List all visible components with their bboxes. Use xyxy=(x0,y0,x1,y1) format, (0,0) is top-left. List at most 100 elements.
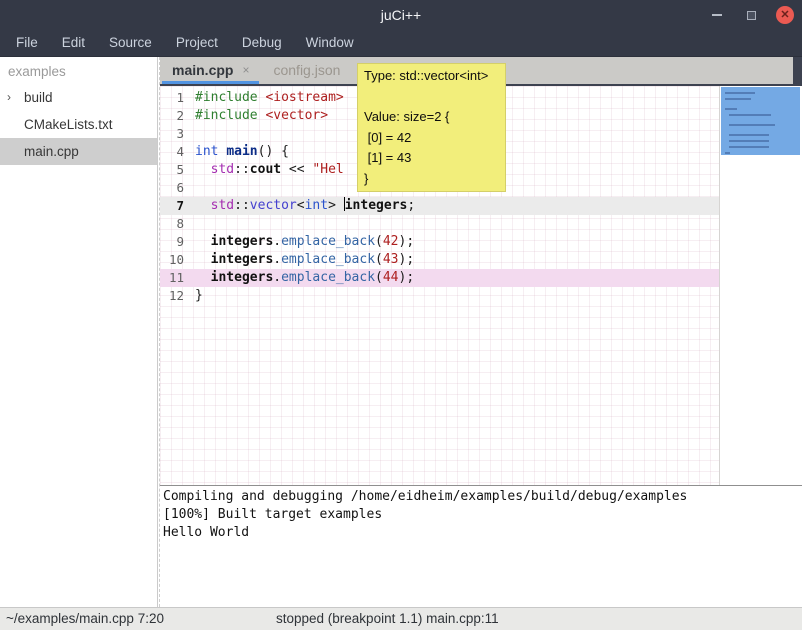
code-token: << xyxy=(281,162,312,177)
line-number: 4 xyxy=(160,143,190,161)
minimap-code-mark xyxy=(725,152,730,154)
close-button[interactable]: ✕ xyxy=(776,6,794,24)
tree-item-label: main.cpp xyxy=(24,144,79,159)
line-code: std::vector<int> integers; xyxy=(190,197,415,215)
line-number: 3 xyxy=(160,125,190,143)
code-token: < xyxy=(297,198,305,213)
line-code: integers.emplace_back(43); xyxy=(190,251,414,269)
code-token: ( xyxy=(375,270,383,285)
menu-source[interactable]: Source xyxy=(97,30,164,56)
code-token: ( xyxy=(375,234,383,249)
menu-edit[interactable]: Edit xyxy=(50,30,97,56)
code-token: integers xyxy=(211,252,274,267)
tab-main-cpp[interactable]: main.cpp × xyxy=(160,57,261,84)
code-token: int xyxy=(195,144,218,159)
minimap-code-mark xyxy=(725,92,755,94)
minimap-code-mark xyxy=(725,108,737,110)
minimap-code-mark xyxy=(729,146,769,148)
tree-item-build[interactable]: ›build xyxy=(0,84,157,111)
code-token: } xyxy=(195,288,203,303)
tooltip-line: [1] = 43 xyxy=(364,148,499,169)
titlebar[interactable]: juCi++ ✕ xyxy=(0,0,802,30)
code-token: 44 xyxy=(383,270,399,285)
tab-label: config.json xyxy=(273,57,340,84)
minimap-code-mark xyxy=(729,134,769,136)
code-line-12: 12} xyxy=(160,287,719,305)
tree-item-main-cpp[interactable]: main.cpp xyxy=(0,138,157,165)
code-token: emplace_back xyxy=(281,270,375,285)
code-token: ; xyxy=(407,198,415,213)
code-token: integers xyxy=(211,270,274,285)
window-title: juCi++ xyxy=(0,0,802,30)
line-number: 1 xyxy=(160,89,190,107)
tree-item-label: CMakeLists.txt xyxy=(24,117,113,132)
code-token: ); xyxy=(399,252,415,267)
minimap-viewport[interactable] xyxy=(721,87,800,155)
minimap[interactable] xyxy=(721,86,802,485)
line-code xyxy=(190,125,195,143)
code-token: cout xyxy=(250,162,281,177)
tree-item-cmakelists-txt[interactable]: CMakeLists.txt xyxy=(0,111,157,138)
tab-config-json[interactable]: config.json xyxy=(261,57,352,84)
line-number: 6 xyxy=(160,179,190,197)
code-token: <vector> xyxy=(265,108,328,123)
terminal-output[interactable]: Compiling and debugging /home/eidheim/ex… xyxy=(160,485,802,600)
status-bar: ~/examples/main.cpp 7:20 stopped (breakp… xyxy=(0,607,802,630)
code-token xyxy=(195,198,211,213)
tab-label: main.cpp xyxy=(172,57,233,84)
menu-debug[interactable]: Debug xyxy=(230,30,294,56)
menu-window[interactable]: Window xyxy=(294,30,366,56)
status-file-position: ~/examples/main.cpp 7:20 xyxy=(6,608,164,630)
code-token: () { xyxy=(258,144,289,159)
expander-icon[interactable]: › xyxy=(7,84,11,111)
line-code xyxy=(190,215,195,233)
menu-project[interactable]: Project xyxy=(164,30,230,56)
code-token: . xyxy=(273,252,281,267)
restore-button[interactable] xyxy=(742,6,760,24)
code-token xyxy=(195,234,211,249)
menu-file[interactable]: File xyxy=(4,30,50,56)
line-number: 5 xyxy=(160,161,190,179)
terminal-line: Hello World xyxy=(163,524,802,542)
line-code: } xyxy=(190,287,203,305)
line-number: 10 xyxy=(160,251,190,269)
minimize-button[interactable] xyxy=(708,6,726,24)
code-line-7: 7 std::vector<int> integers; xyxy=(160,197,719,215)
terminal-line: [100%] Built target examples xyxy=(163,506,802,524)
minimap-code-mark xyxy=(729,140,769,142)
line-number: 8 xyxy=(160,215,190,233)
code-token: #include xyxy=(195,90,265,105)
code-token: integers xyxy=(345,198,408,213)
line-code: integers.emplace_back(44); xyxy=(190,269,414,287)
line-number: 11 xyxy=(160,269,190,287)
tooltip-line: [0] = 42 xyxy=(364,128,499,149)
line-number: 2 xyxy=(160,107,190,125)
line-number: 9 xyxy=(160,233,190,251)
code-token: emplace_back xyxy=(281,252,375,267)
file-tree-root-label: examples xyxy=(0,57,157,84)
tooltip-line xyxy=(364,87,499,108)
juci-window: juCi++ ✕ FileEditSourceProjectDebugWindo… xyxy=(0,0,802,630)
tooltip-line: Type: std::vector<int> xyxy=(364,66,499,87)
code-token: integers xyxy=(211,234,274,249)
debug-value-tooltip: Type: std::vector<int> Value: size=2 { [… xyxy=(357,63,506,192)
line-code: #include <vector> xyxy=(190,107,328,125)
line-number: 12 xyxy=(160,287,190,305)
code-token: :: xyxy=(234,198,250,213)
code-token xyxy=(195,252,211,267)
status-debug-state: stopped (breakpoint 1.1) main.cpp:11 xyxy=(276,608,499,630)
minimize-icon xyxy=(712,14,722,16)
code-line-11: 11 integers.emplace_back(44); xyxy=(160,269,719,287)
code-line-8: 8 xyxy=(160,215,719,233)
restore-icon xyxy=(747,11,756,20)
minimap-code-mark xyxy=(729,124,775,126)
tab-close-icon[interactable]: × xyxy=(242,57,249,84)
terminal-line: Compiling and debugging /home/eidheim/ex… xyxy=(163,488,802,506)
code-token: ); xyxy=(399,270,415,285)
code-token: std xyxy=(211,162,234,177)
file-tree-panel[interactable]: examples ›build CMakeLists.txt main.cpp xyxy=(0,57,157,607)
code-token xyxy=(195,162,211,177)
code-token: "Hel xyxy=(312,162,343,177)
tooltip-line: } xyxy=(364,169,499,190)
code-token xyxy=(195,270,211,285)
